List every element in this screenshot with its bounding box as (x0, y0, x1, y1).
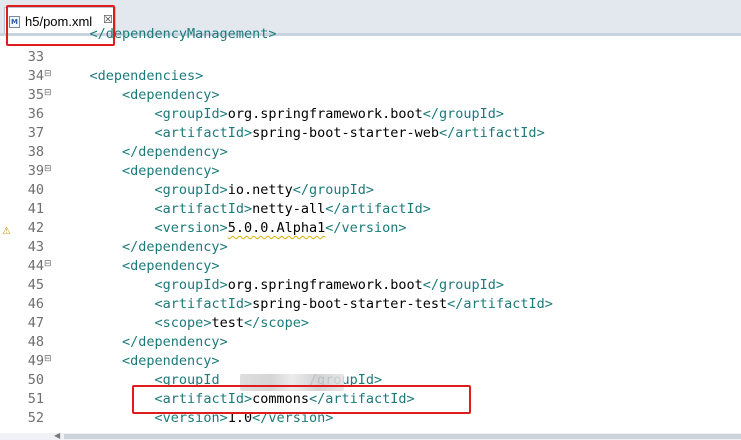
collapse-minus-icon[interactable]: ⊟ (44, 350, 52, 369)
line-number: 35 (27, 87, 44, 103)
code-line: 43 </dependency> (0, 238, 741, 257)
xml-value: io.netty (227, 182, 293, 198)
xml-tag: <dependencies> (89, 68, 204, 84)
xml-tag: </dependency> (122, 144, 228, 160)
code-text: <artifactId>netty-all</artifactId> (57, 200, 431, 219)
highlight-box-tab (6, 5, 115, 46)
code-text: <artifactId>spring-boot-starter-web</art… (57, 124, 545, 143)
scroll-left-icon[interactable]: ◀ (54, 431, 60, 440)
xml-tag: <dependency> (122, 353, 220, 369)
collapse-minus-icon[interactable]: ⊟ (44, 65, 52, 84)
collapse-minus-icon[interactable]: ⊟ (44, 160, 52, 179)
xml-tag: </groupId> (422, 277, 505, 293)
xml-value: org.springframework.boot (227, 106, 423, 122)
xml-value: spring-boot-starter-web (252, 125, 440, 141)
code-line: 41 <artifactId>netty-all</artifactId> (0, 200, 741, 219)
code-line: 44 ⊟ <dependency> (0, 257, 741, 276)
xml-tag: </groupId> (422, 106, 505, 122)
code-text: <groupId>org.springframework.boot</group… (57, 105, 505, 124)
line-number: 37 (27, 125, 44, 141)
xml-tag: <groupId> (154, 277, 228, 293)
code-line: 45 <groupId>org.springframework.boot</gr… (0, 276, 741, 295)
xml-tag: </artifactId> (447, 296, 553, 312)
collapse-minus-icon[interactable]: ⊟ (44, 84, 52, 103)
line-number: 43 (27, 239, 44, 255)
line-number: 36 (27, 106, 44, 122)
code-text: <dependency> (57, 86, 220, 105)
xml-tag: <groupId> (154, 106, 228, 122)
xml-tag: <artifactId> (154, 201, 253, 217)
code-text: </dependency> (57, 333, 228, 352)
highlight-box-commons (132, 385, 471, 414)
xml-tag: </artifactId> (325, 201, 431, 217)
line-number: 34 (27, 68, 44, 84)
code-line: 49 ⊟ <dependency> (0, 352, 741, 371)
xml-tag: <dependency> (122, 258, 220, 274)
xml-tag: </scope> (243, 315, 309, 331)
code-line: 34 ⊟ <dependencies> (0, 67, 741, 86)
line-number: 40 (27, 182, 44, 198)
line-number: 50 (27, 372, 44, 388)
code-line: 40 <groupId>io.netty</groupId> (0, 181, 741, 200)
code-line: 46 <artifactId>spring-boot-starter-test<… (0, 295, 741, 314)
code-line: 36 <groupId>org.springframework.boot</gr… (0, 105, 741, 124)
code-editor[interactable]: </dependencyManagement> 33 34 ⊟ <dependenc… (0, 26, 741, 433)
line-number: 49 (27, 353, 44, 369)
xml-value: test (211, 315, 244, 331)
code-line: 39 ⊟ <dependency> (0, 162, 741, 181)
xml-tag: </groupId> (292, 182, 375, 198)
code-line: 38 </dependency> (0, 143, 741, 162)
code-text: <version>5.0.0.Alpha1</version> (57, 219, 407, 238)
xml-value: spring-boot-starter-test (252, 296, 448, 312)
line-number: 48 (27, 334, 44, 350)
code-text: <dependency> (57, 162, 220, 181)
line-number: 52 (27, 410, 44, 426)
horizontal-scrollbar[interactable]: ◀ (0, 431, 741, 440)
code-line: 47 <scope>test</scope> (0, 314, 741, 333)
line-number: 33 (27, 49, 44, 65)
code-text: <groupId>org.springframework.boot</group… (57, 276, 505, 295)
code-text: <dependencies> (57, 67, 204, 86)
line-number: 39 (27, 163, 44, 179)
code-text: <scope>test</scope> (57, 314, 309, 333)
line-number: 47 (27, 315, 44, 331)
xml-tag: <artifactId> (154, 125, 253, 141)
line-number: 44 (27, 258, 44, 274)
xml-tag: </version> (325, 220, 407, 236)
line-number: 51 (27, 391, 44, 407)
line-number: 41 (27, 201, 44, 217)
line-number: 38 (27, 144, 44, 160)
xml-tag: </artifactId> (439, 125, 545, 141)
xml-tag: </dependency> (122, 334, 228, 350)
code-text: </dependency> (57, 238, 228, 257)
xml-value: 5.0.0.Alpha1 (227, 220, 326, 236)
xml-tag: <scope> (154, 315, 212, 331)
xml-tag: <groupId> (154, 182, 228, 198)
collapse-minus-icon[interactable]: ⊟ (44, 255, 52, 274)
line-number: 46 (27, 296, 44, 312)
scrollbar-thumb[interactable] (64, 434, 741, 439)
code-text: <dependency> (57, 352, 220, 371)
code-text: <groupId>io.netty</groupId> (57, 181, 374, 200)
xml-tag: <version> (154, 220, 228, 236)
warning-lightbulb-icon[interactable]: ⚠ (2, 222, 14, 237)
xml-value: org.springframework.boot (227, 277, 423, 293)
code-line: 33 (0, 48, 741, 67)
line-number: 42 (27, 220, 44, 236)
code-text: </dependency> (57, 143, 228, 162)
xml-tag: <dependency> (122, 163, 220, 179)
code-line: 37 <artifactId>spring-boot-starter-web</… (0, 124, 741, 143)
code-line: ⚠ 42 <version>5.0.0.Alpha1</version> (0, 219, 741, 238)
xml-tag: <artifactId> (154, 296, 253, 312)
code-text: <artifactId>spring-boot-starter-test</ar… (57, 295, 553, 314)
xml-tag: <dependency> (122, 87, 220, 103)
code-line: 48 </dependency> (0, 333, 741, 352)
code-text: <dependency> (57, 257, 220, 276)
line-number: 45 (27, 277, 44, 293)
code-line: 35 ⊟ <dependency> (0, 86, 741, 105)
xml-value: netty-all (252, 201, 326, 217)
xml-tag: </dependency> (122, 239, 228, 255)
